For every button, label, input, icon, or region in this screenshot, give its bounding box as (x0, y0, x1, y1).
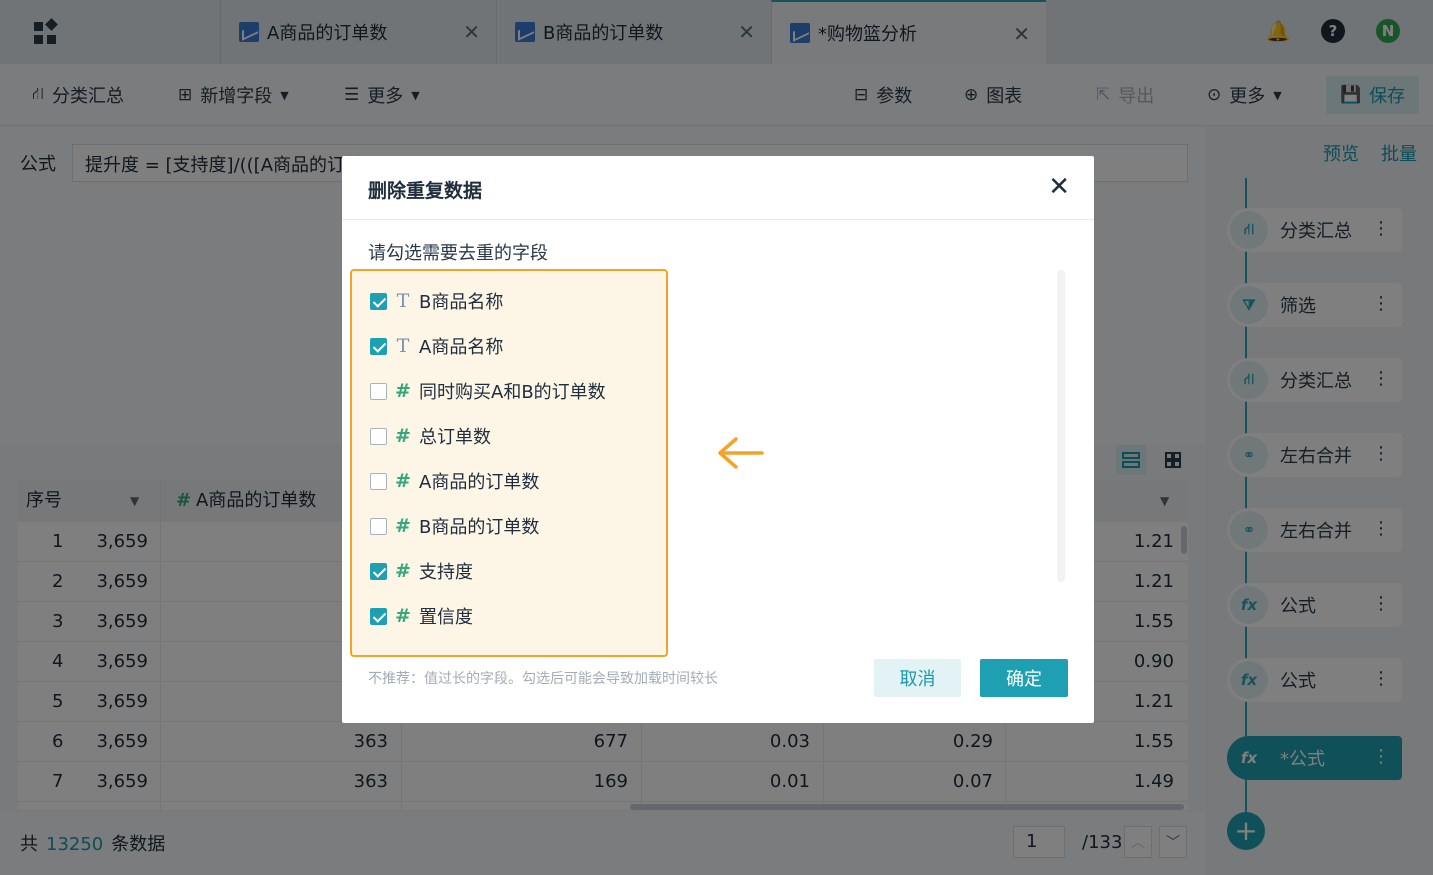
field-list-highlight: T B商品名称 T A商品名称 # 同时购买A和B的订单数 # 总订单数 # A… (350, 269, 668, 657)
field-confidence[interactable]: # 置信度 (370, 602, 473, 630)
field-both-orders[interactable]: # 同时购买A和B的订单数 (370, 377, 606, 405)
field-label: A商品名称 (419, 337, 504, 358)
field-a-orders[interactable]: # A商品的订单数 (370, 467, 539, 495)
checkbox[interactable] (370, 337, 387, 355)
dialog-scrollbar[interactable] (1057, 270, 1065, 582)
field-label: 总订单数 (419, 427, 491, 448)
field-label: 置信度 (419, 607, 473, 628)
cancel-button[interactable]: 取消 (874, 659, 961, 697)
checkbox[interactable] (370, 472, 387, 490)
field-label: B商品名称 (419, 292, 504, 313)
dedupe-dialog: 删除重复数据 ✕ 请勾选需要去重的字段 T B商品名称 T A商品名称 # 同时… (342, 156, 1094, 723)
arrow-left-icon (716, 435, 766, 471)
text-type-icon: T (396, 290, 410, 312)
dialog-subtitle: 请勾选需要去重的字段 (368, 243, 548, 264)
field-label: B商品的订单数 (419, 517, 540, 538)
checkbox[interactable] (370, 607, 387, 625)
field-total-orders[interactable]: # 总订单数 (370, 422, 491, 450)
field-label: 支持度 (419, 562, 473, 583)
checkbox[interactable] (370, 382, 387, 400)
checkbox[interactable] (370, 292, 387, 310)
number-type-icon: # (395, 425, 411, 447)
field-b-orders[interactable]: # B商品的订单数 (370, 512, 539, 540)
number-type-icon: # (395, 560, 411, 582)
field-label: A商品的订单数 (419, 472, 540, 493)
text-type-icon: T (396, 335, 410, 357)
number-type-icon: # (395, 605, 411, 627)
close-icon[interactable]: ✕ (1048, 172, 1070, 202)
field-a-product-name[interactable]: T A商品名称 (370, 332, 503, 360)
number-type-icon: # (395, 380, 411, 402)
number-type-icon: # (395, 515, 411, 537)
dialog-title: 删除重复数据 (368, 180, 483, 202)
checkbox[interactable] (370, 562, 387, 580)
dialog-header: 删除重复数据 ✕ (342, 156, 1094, 220)
dialog-hint: 不推荐：值过长的字段。勾选后可能会导致加载时间较长 (368, 671, 718, 687)
confirm-button[interactable]: 确定 (980, 659, 1068, 697)
field-label: 同时购买A和B的订单数 (419, 382, 606, 403)
field-b-product-name[interactable]: T B商品名称 (370, 287, 503, 315)
checkbox[interactable] (370, 517, 387, 535)
number-type-icon: # (395, 470, 411, 492)
checkbox[interactable] (370, 427, 387, 445)
field-support[interactable]: # 支持度 (370, 557, 473, 585)
